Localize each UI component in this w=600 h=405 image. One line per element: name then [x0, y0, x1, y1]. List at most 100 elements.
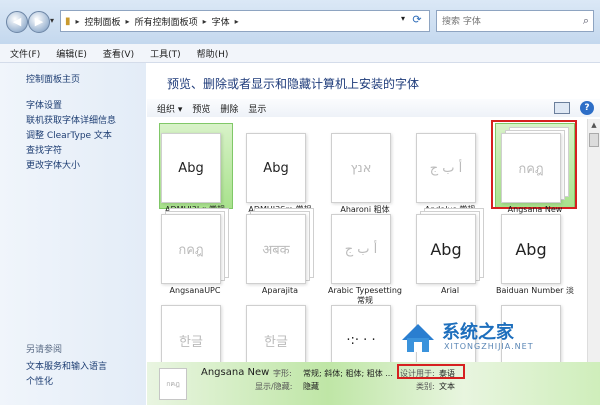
font-sample-text: 한글	[264, 334, 288, 350]
font-file-icon: أ ب ج	[416, 125, 484, 203]
address-bar-region: ◀ ▶ ▾ ▮ ▸ 控制面板 ▸ 所有控制面板项 ▸ 字体 ▸ ▾ ⟳ ⌕	[0, 0, 600, 44]
change-view-icon[interactable]	[554, 102, 570, 114]
font-page-icon: अबक	[246, 214, 306, 284]
page-title: 预览、删除或者显示和隐藏计算机上安装的字体	[167, 77, 420, 91]
font-preview-icon: กคฎ	[159, 368, 187, 400]
show-button[interactable]: 显示	[248, 102, 266, 115]
watermark-url: XITONGZHIJIA.NET	[444, 342, 534, 351]
font-tile-label: Baiduan Number 淡	[496, 286, 574, 295]
font-page-icon: Abg	[246, 133, 306, 203]
menu-tools[interactable]: 工具(T)	[150, 47, 181, 60]
delete-button[interactable]: 删除	[220, 102, 238, 115]
refresh-icon[interactable]: ⟳	[409, 13, 425, 29]
category-value: 文本	[439, 382, 455, 391]
left-navigation-pane: 控制面板主页 字体设置 联机获取字体详细信息 调整 ClearType 文本 查…	[0, 63, 146, 405]
menu-file[interactable]: 文件(F)	[10, 47, 40, 60]
font-page-icon: أ ب ج	[416, 133, 476, 203]
chevron-right-icon[interactable]: ▸	[126, 17, 130, 26]
font-file-icon: أ ب ج	[331, 206, 399, 284]
show-hide-label: 显示/隐藏:	[255, 382, 293, 391]
change-font-size-link[interactable]: 更改字体大小	[26, 158, 80, 171]
menu-help[interactable]: 帮助(H)	[197, 47, 229, 60]
toolbar: 组织 ▾ 预览 删除 显示 ?	[147, 99, 600, 117]
font-sample-text: أ ب ج	[429, 160, 463, 176]
breadcrumb-all-items[interactable]: 所有控制面板项	[135, 15, 198, 28]
font-sample-text: Abg	[430, 239, 462, 259]
font-sample-text: अबक	[262, 243, 290, 258]
font-page-icon: Abg	[161, 133, 221, 203]
font-file-icon: Abg	[161, 125, 229, 203]
font-page-icon: Abg	[416, 214, 476, 284]
chevron-right-icon[interactable]: ▸	[76, 17, 80, 26]
font-sample-text: ·:· · ·	[346, 332, 376, 348]
font-sample-text: أ ب ج	[344, 241, 378, 257]
back-button[interactable]: ◀	[6, 11, 28, 33]
style-label: 字形:	[273, 369, 292, 378]
font-sample-text: กคฎ	[518, 161, 544, 177]
forward-button[interactable]: ▶	[28, 11, 50, 33]
font-page-icon: أ ب ج	[331, 214, 391, 284]
show-hide-value: 隐藏	[303, 382, 319, 391]
menu-edit[interactable]: 编辑(E)	[56, 47, 87, 60]
breadcrumb-fonts[interactable]: 字体	[212, 15, 230, 28]
site-watermark: 系统之家 XITONGZHIJIA.NET	[398, 318, 598, 356]
menu-view[interactable]: 查看(V)	[103, 47, 134, 60]
search-input[interactable]	[440, 12, 574, 32]
find-character-link[interactable]: 查找字符	[26, 143, 62, 156]
details-pane: กคฎ Angsana New 字形: 常规; 斜体; 粗体; 粗体 ... 显…	[147, 362, 600, 405]
address-dropdown-icon[interactable]: ▾	[401, 14, 405, 23]
font-sample-text: Abg	[263, 160, 289, 176]
see-also-header: 另请参阅	[26, 345, 63, 355]
control-panel-home-link[interactable]: 控制面板主页	[26, 72, 80, 85]
get-font-info-online-link[interactable]: 联机获取字体详细信息	[26, 113, 116, 126]
recent-pages-dropdown[interactable]: ▾	[50, 16, 54, 25]
chevron-right-icon[interactable]: ▸	[203, 17, 207, 26]
font-sample-text: Abg	[515, 239, 547, 259]
menu-bar: 文件(F) 编辑(E) 查看(V) 工具(T) 帮助(H)	[0, 44, 600, 63]
help-icon[interactable]: ?	[580, 101, 594, 115]
address-box[interactable]: ▮ ▸ 控制面板 ▸ 所有控制面板项 ▸ 字体 ▸ ▾ ⟳	[60, 10, 430, 32]
details-font-name: Angsana New	[201, 367, 270, 378]
category-label: 类别:	[416, 382, 435, 391]
scroll-thumb[interactable]	[589, 133, 599, 147]
text-services-link[interactable]: 文本服务和输入语言	[26, 359, 107, 372]
font-file-icon: กคฎ	[161, 206, 229, 284]
font-tile[interactable]: Abg Baiduan Number 淡	[493, 206, 577, 306]
font-page-icon: กคฎ	[501, 133, 561, 203]
font-page-icon: אנץ	[331, 133, 391, 203]
watermark-text: 系统之家	[442, 322, 514, 343]
font-page-icon: กคฎ	[161, 214, 221, 284]
font-sample-text: 한글	[179, 334, 203, 350]
font-file-icon: Abg	[416, 206, 484, 284]
font-file-icon: Abg	[501, 206, 569, 284]
font-tile[interactable]: Abg Arial	[408, 206, 492, 306]
font-sample-text: กคฎ	[178, 242, 204, 258]
font-tile-label: Aparajita	[261, 286, 299, 295]
breadcrumb-control-panel[interactable]: 控制面板	[85, 15, 121, 28]
font-file-icon: Abg	[246, 125, 314, 203]
search-box[interactable]: ⌕	[436, 10, 594, 32]
font-sample-text: Abg	[178, 160, 204, 176]
font-tile-label: Arial	[440, 286, 460, 295]
style-value: 常规; 斜体; 粗体; 粗体 ...	[303, 369, 393, 378]
font-file-icon: अबक	[246, 206, 314, 284]
search-icon[interactable]: ⌕	[583, 14, 589, 28]
house-logo-icon	[402, 324, 434, 352]
font-file-icon: אנץ	[331, 125, 399, 203]
designed-for-highlight	[397, 364, 465, 379]
font-tile[interactable]: أ ب ج Arabic Typesetting 常规	[323, 206, 407, 306]
font-tile[interactable]: अबक Aparajita	[238, 206, 322, 306]
font-tile-label: AngsanaUPC	[169, 286, 221, 295]
font-tile[interactable]: กคฎ AngsanaUPC	[153, 206, 237, 306]
font-page-icon: Abg	[501, 214, 561, 284]
personalization-link[interactable]: 个性化	[26, 374, 53, 387]
chevron-right-icon[interactable]: ▸	[235, 17, 239, 26]
scroll-up-icon[interactable]: ▲	[588, 119, 600, 131]
folder-icon: ▮	[65, 16, 71, 27]
preview-button[interactable]: 预览	[192, 102, 210, 115]
font-settings-link[interactable]: 字体设置	[26, 98, 62, 111]
organize-button[interactable]: 组织 ▾	[157, 102, 182, 115]
font-file-icon: กคฎ	[501, 125, 569, 203]
adjust-cleartype-link[interactable]: 调整 ClearType 文本	[26, 128, 112, 141]
font-sample-text: אנץ	[350, 160, 372, 176]
